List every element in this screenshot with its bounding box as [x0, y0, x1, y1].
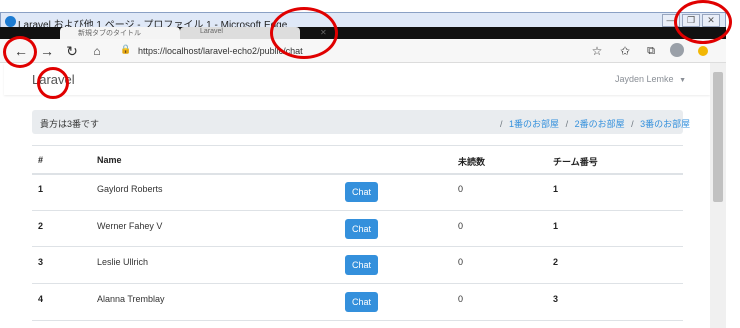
- lock-icon: 🔒: [120, 44, 132, 54]
- refresh-icon[interactable]: ↻: [63, 42, 81, 60]
- annotation-circle-window-controls: [674, 0, 732, 44]
- row-team: 2: [553, 257, 559, 267]
- scroll-thumb[interactable]: [713, 72, 723, 202]
- row-id: 1: [38, 184, 44, 194]
- chat-button[interactable]: Chat: [345, 182, 378, 202]
- home-icon[interactable]: ⌂: [88, 42, 106, 60]
- chat-button[interactable]: Chat: [345, 292, 378, 312]
- row-id: 3: [38, 257, 44, 267]
- annotation-circle-brand: [37, 67, 69, 99]
- current-room-info: 貴方は3番です: [40, 119, 100, 129]
- chat-button[interactable]: Chat: [345, 219, 378, 239]
- column-header-unread: 未読数: [458, 157, 486, 167]
- user-menu[interactable]: Jayden Lemke ▼: [615, 74, 686, 84]
- row-unread: 0: [458, 257, 464, 267]
- profile-avatar-icon[interactable]: [670, 43, 684, 57]
- breadcrumb-separator: /: [565, 119, 569, 129]
- row-unread: 0: [458, 184, 464, 194]
- favorites-icon[interactable]: ✩: [616, 42, 634, 60]
- row-team: 3: [553, 294, 559, 304]
- row-name: Werner Fahey V: [97, 221, 163, 231]
- chevron-down-icon: ▼: [679, 77, 686, 84]
- app-navbar: [4, 63, 710, 95]
- tab-1-label: 新規タブのタイトル: [78, 30, 141, 37]
- row-id: 2: [38, 221, 44, 231]
- collections-icon[interactable]: ⧉: [642, 42, 660, 60]
- column-header-name: Name: [97, 155, 122, 165]
- favorite-add-icon[interactable]: ☆: [588, 42, 606, 60]
- row-unread: 0: [458, 221, 464, 231]
- notification-icon[interactable]: [698, 46, 708, 56]
- forward-icon[interactable]: →: [38, 42, 56, 60]
- edge-logo-icon: [5, 16, 16, 27]
- row-divider: [32, 283, 683, 284]
- row-divider: [32, 210, 683, 211]
- row-team: 1: [553, 221, 559, 231]
- row-name: Leslie Ullrich: [97, 257, 149, 267]
- user-name: Jayden Lemke: [615, 74, 674, 84]
- row-unread: 0: [458, 294, 464, 304]
- row-divider: [32, 246, 683, 247]
- column-header-team: チーム番号: [553, 157, 598, 167]
- table-top-border: [32, 145, 683, 146]
- room-link-1[interactable]: 1番のお部屋: [509, 119, 559, 129]
- tab-laravel-label: Laravel: [200, 28, 223, 35]
- table-header-border: [32, 173, 683, 175]
- row-divider: [32, 320, 683, 321]
- breadcrumb-separator: /: [631, 119, 634, 129]
- row-name: Alanna Tremblay: [97, 294, 165, 304]
- breadcrumb-separator: /: [500, 119, 503, 129]
- annotation-circle-back: [3, 36, 37, 68]
- room-links: / 1番のお部屋 / 2番のお部屋 / 3番のお部屋: [500, 117, 690, 130]
- room-link-2[interactable]: 2番のお部屋: [575, 119, 625, 129]
- row-team: 1: [553, 184, 559, 194]
- column-header-id: #: [38, 155, 44, 165]
- chat-button[interactable]: Chat: [345, 255, 378, 275]
- row-id: 4: [38, 294, 44, 304]
- room-link-3[interactable]: 3番のお部屋: [640, 119, 690, 129]
- tab-1[interactable]: 新規タブのタイトル: [60, 27, 180, 39]
- annotation-circle-tab: [270, 7, 338, 59]
- row-name: Gaylord Roberts: [97, 184, 163, 194]
